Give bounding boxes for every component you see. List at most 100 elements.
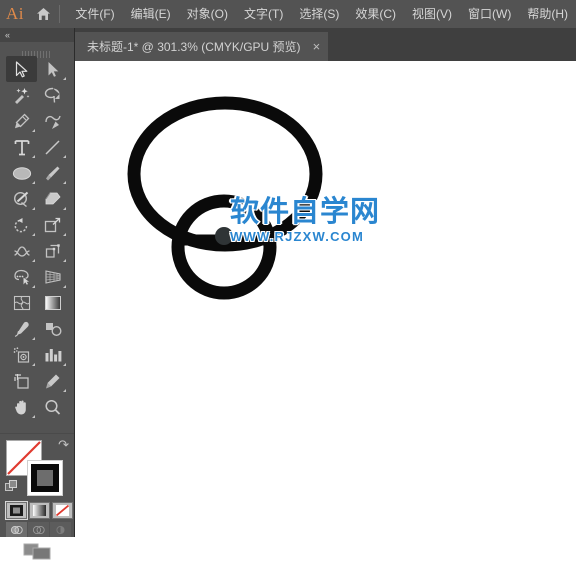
illustrator-window: Ai 文件(F) 编辑(E) 对象(O) 文字(T) 选择(S) 效果(C) 视…	[0, 0, 576, 560]
tool-row	[6, 264, 68, 290]
tool-row	[6, 160, 68, 186]
symbol-sprayer-tool[interactable]	[6, 342, 37, 368]
perspective-grid-tool[interactable]	[37, 264, 68, 290]
tool-flyout-indicator	[32, 233, 35, 236]
curvature-tool[interactable]	[37, 108, 68, 134]
gradient-mode-button[interactable]	[29, 502, 50, 519]
tool-row	[6, 82, 68, 108]
tool-flyout-indicator	[32, 129, 35, 132]
close-icon[interactable]: ×	[313, 40, 321, 53]
tool-flyout-indicator	[32, 207, 35, 210]
tool-row	[6, 134, 68, 160]
document-tab-bar: 未标题-1* @ 301.3% (CMYK/GPU 预览) ×	[75, 28, 576, 61]
tool-flyout-indicator	[63, 259, 66, 262]
tool-grid	[6, 56, 68, 420]
blend-tool[interactable]	[37, 316, 68, 342]
tool-row	[6, 368, 68, 394]
large-circle	[127, 96, 323, 252]
document-tab[interactable]: 未标题-1* @ 301.3% (CMYK/GPU 预览) ×	[75, 32, 329, 61]
tool-flyout-indicator	[63, 233, 66, 236]
draw-normal-button[interactable]	[6, 522, 27, 537]
tool-flyout-indicator	[63, 207, 66, 210]
scale-tool[interactable]	[37, 212, 68, 238]
zoom-tool[interactable]	[37, 394, 68, 420]
eraser-tool[interactable]	[37, 186, 68, 212]
mushroom-outline-artwork[interactable]	[75, 61, 576, 537]
tool-flyout-indicator	[63, 77, 66, 80]
tools-panel-drag-handle[interactable]	[22, 45, 54, 58]
menu-object[interactable]: 对象(O)	[179, 0, 236, 28]
direct-selection-tool[interactable]	[37, 56, 68, 82]
artboard-tool[interactable]	[6, 368, 37, 394]
tools-panel-header[interactable]: «	[0, 28, 74, 42]
hand-tool[interactable]	[6, 394, 37, 420]
ai-logo: Ai	[6, 4, 24, 23]
tool-row	[6, 394, 68, 420]
tool-flyout-indicator	[32, 181, 35, 184]
menu-window[interactable]: 窗口(W)	[460, 0, 519, 28]
tool-flyout-indicator	[63, 285, 66, 288]
stroke-swatch[interactable]	[27, 460, 63, 496]
ellipse-tool[interactable]	[6, 160, 37, 186]
change-screen-mode-icon[interactable]	[23, 541, 53, 561]
fill-mode-row	[5, 501, 75, 520]
tool-flyout-indicator	[32, 259, 35, 262]
collapse-panel-icon[interactable]: «	[5, 29, 10, 41]
selection-tool[interactable]	[6, 56, 37, 82]
tool-flyout-indicator	[63, 363, 66, 366]
paintbrush-tool[interactable]	[37, 160, 68, 186]
shape-builder-tool[interactable]	[6, 264, 37, 290]
tool-flyout-indicator	[32, 337, 35, 340]
pen-tool[interactable]	[6, 108, 37, 134]
menu-divider	[59, 5, 61, 23]
tool-row	[6, 290, 68, 316]
column-graph-tool[interactable]	[37, 342, 68, 368]
tool-flyout-indicator	[32, 363, 35, 366]
tool-row	[6, 342, 68, 368]
tool-flyout-indicator	[32, 285, 35, 288]
lasso-tool[interactable]	[37, 82, 68, 108]
menu-view[interactable]: 视图(V)	[404, 0, 460, 28]
color-mode-button[interactable]	[5, 501, 28, 520]
tool-row	[6, 238, 68, 264]
tool-flyout-indicator	[32, 155, 35, 158]
type-tool[interactable]	[6, 134, 37, 160]
tools-panel: « ↷	[0, 28, 75, 560]
menu-type[interactable]: 文字(T)	[236, 0, 291, 28]
draw-inside-button[interactable]	[50, 522, 71, 537]
tool-row	[6, 56, 68, 82]
magic-wand-tool[interactable]	[6, 82, 37, 108]
tool-row	[6, 186, 68, 212]
mesh-tool[interactable]	[6, 290, 37, 316]
menu-bar: Ai 文件(F) 编辑(E) 对象(O) 文字(T) 选择(S) 效果(C) 视…	[0, 0, 576, 28]
slice-tool[interactable]	[37, 368, 68, 394]
free-transform-tool[interactable]	[37, 238, 68, 264]
draw-mode-row	[6, 522, 72, 537]
tool-flyout-indicator	[63, 389, 66, 392]
stroke-swatch-ring	[31, 464, 59, 492]
eyedropper-tool[interactable]	[6, 316, 37, 342]
shaper-tool[interactable]	[6, 186, 37, 212]
tool-row	[6, 316, 68, 342]
menu-help[interactable]: 帮助(H)	[519, 0, 576, 28]
swap-fill-stroke-icon[interactable]: ↷	[58, 438, 69, 451]
home-icon[interactable]	[30, 0, 56, 28]
rotate-tool[interactable]	[6, 212, 37, 238]
document-canvas[interactable]: 软件自学网 WWW.RJZXW.COM	[75, 61, 576, 537]
menu-edit[interactable]: 编辑(E)	[123, 0, 179, 28]
menu-file[interactable]: 文件(F)	[67, 0, 122, 28]
none-mode-button[interactable]	[52, 502, 73, 519]
menu-effect[interactable]: 效果(C)	[347, 0, 404, 28]
default-fill-stroke-icon[interactable]	[5, 480, 18, 493]
line-segment-tool[interactable]	[37, 134, 68, 160]
document-tab-title: 未标题-1* @ 301.3% (CMYK/GPU 预览)	[87, 40, 301, 54]
tool-row	[6, 212, 68, 238]
draw-behind-button[interactable]	[28, 522, 49, 537]
width-tool[interactable]	[6, 238, 37, 264]
center-dot	[215, 227, 233, 245]
menu-select[interactable]: 选择(S)	[291, 0, 347, 28]
tool-flyout-indicator	[63, 155, 66, 158]
tool-flyout-indicator	[63, 181, 66, 184]
color-swatch-area: ↷	[0, 433, 74, 538]
gradient-tool[interactable]	[37, 290, 68, 316]
